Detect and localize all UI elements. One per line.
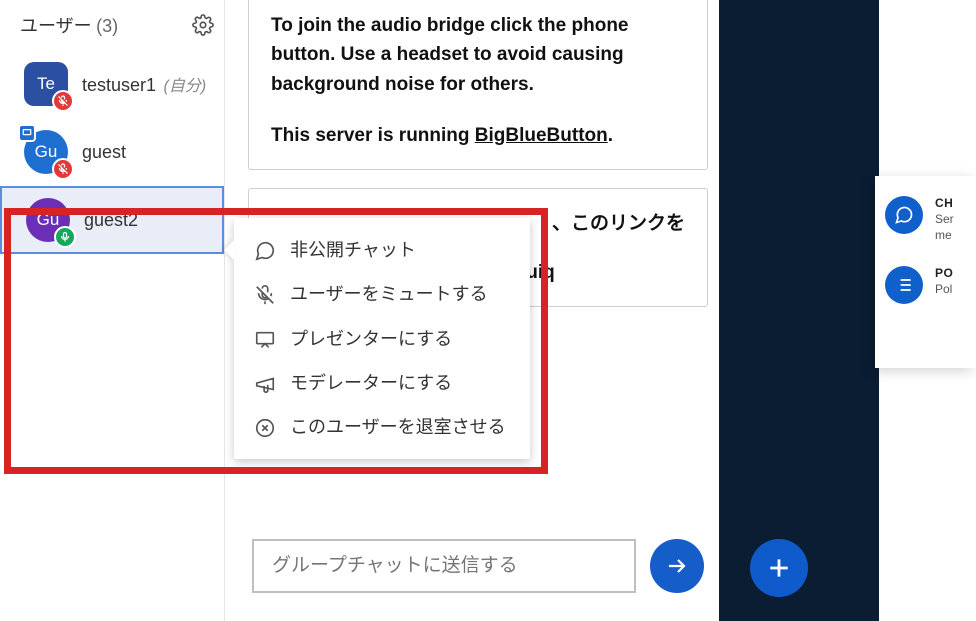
menu-label: このユーザーを退室させる — [290, 415, 506, 439]
notice-card-1: To join the audio bridge click the phone… — [248, 0, 708, 170]
notice-text: To join the audio bridge click the phone… — [271, 11, 685, 99]
side-card-title: CH — [935, 196, 954, 210]
side-card-row[interactable]: PO Pol — [885, 258, 976, 320]
text: This server is running — [271, 125, 475, 146]
user-name: guest — [82, 142, 126, 163]
side-card-sub: Pol — [935, 282, 953, 296]
user-list-title: ユーザー — [20, 16, 92, 36]
user-row-selected[interactable]: Gu guest2 — [0, 186, 224, 254]
avatar-initials: Gu — [35, 142, 58, 162]
user-row[interactable]: Te testuser1 (自分) — [0, 50, 224, 118]
self-tag: (自分) — [164, 78, 207, 95]
actions-fab[interactable] — [750, 539, 808, 597]
chat-input[interactable] — [252, 539, 636, 593]
notice-text: This server is running BigBlueButton. — [271, 121, 685, 150]
mic-off-icon — [254, 284, 276, 306]
user-list-panel: ユーザー (3) Te testuser1 (自分) Gu — [0, 0, 225, 621]
chat-icon — [254, 240, 276, 262]
send-button[interactable] — [650, 539, 704, 593]
text: . — [608, 125, 613, 146]
mic-muted-icon — [52, 90, 74, 112]
promote-icon — [254, 373, 276, 395]
mic-muted-icon — [52, 158, 74, 180]
user-name: guest2 — [84, 210, 138, 231]
bigbluebutton-link[interactable]: BigBlueButton — [475, 125, 608, 146]
side-card-sub: me — [935, 228, 954, 242]
text: 、このリンクを — [552, 209, 685, 238]
avatar-initials: Te — [37, 74, 55, 94]
remove-icon — [254, 417, 276, 439]
list-icon — [885, 266, 923, 304]
avatar-initials: Gu — [37, 210, 60, 230]
chat-bar — [252, 539, 704, 593]
user-context-menu: 非公開チャット ユーザーをミュートする プレゼンターにする モデレーターにする … — [234, 218, 530, 459]
menu-label: プレゼンターにする — [290, 327, 452, 351]
avatar: Gu — [24, 130, 68, 174]
side-card-sub: Ser — [935, 212, 954, 226]
presentation-area — [719, 0, 879, 621]
menu-item-make-moderator[interactable]: モデレーターにする — [240, 361, 524, 405]
user-list-header: ユーザー (3) — [0, 0, 224, 50]
user-name: testuser1 — [82, 75, 156, 95]
mic-active-icon — [54, 226, 76, 248]
avatar: Gu — [26, 198, 70, 242]
user-row[interactable]: Gu guest — [0, 118, 224, 186]
menu-label: 非公開チャット — [290, 238, 416, 262]
menu-item-make-presenter[interactable]: プレゼンターにする — [240, 317, 524, 361]
menu-label: モデレーターにする — [290, 371, 452, 395]
side-card: CH Ser me PO Pol — [875, 176, 976, 368]
gear-icon[interactable] — [192, 14, 214, 36]
menu-item-mute-user[interactable]: ユーザーをミュートする — [240, 272, 524, 316]
side-card-title: PO — [935, 266, 953, 280]
presenter-icon — [18, 124, 36, 142]
avatar: Te — [24, 62, 68, 106]
chat-icon — [885, 196, 923, 234]
presenter-icon — [254, 329, 276, 351]
menu-tail — [224, 240, 234, 260]
menu-item-remove-user[interactable]: このユーザーを退室させる — [240, 405, 524, 449]
menu-item-private-chat[interactable]: 非公開チャット — [240, 228, 524, 272]
side-card-row[interactable]: CH Ser me — [885, 188, 976, 258]
user-count: (3) — [96, 16, 118, 36]
menu-label: ユーザーをミュートする — [290, 282, 488, 306]
